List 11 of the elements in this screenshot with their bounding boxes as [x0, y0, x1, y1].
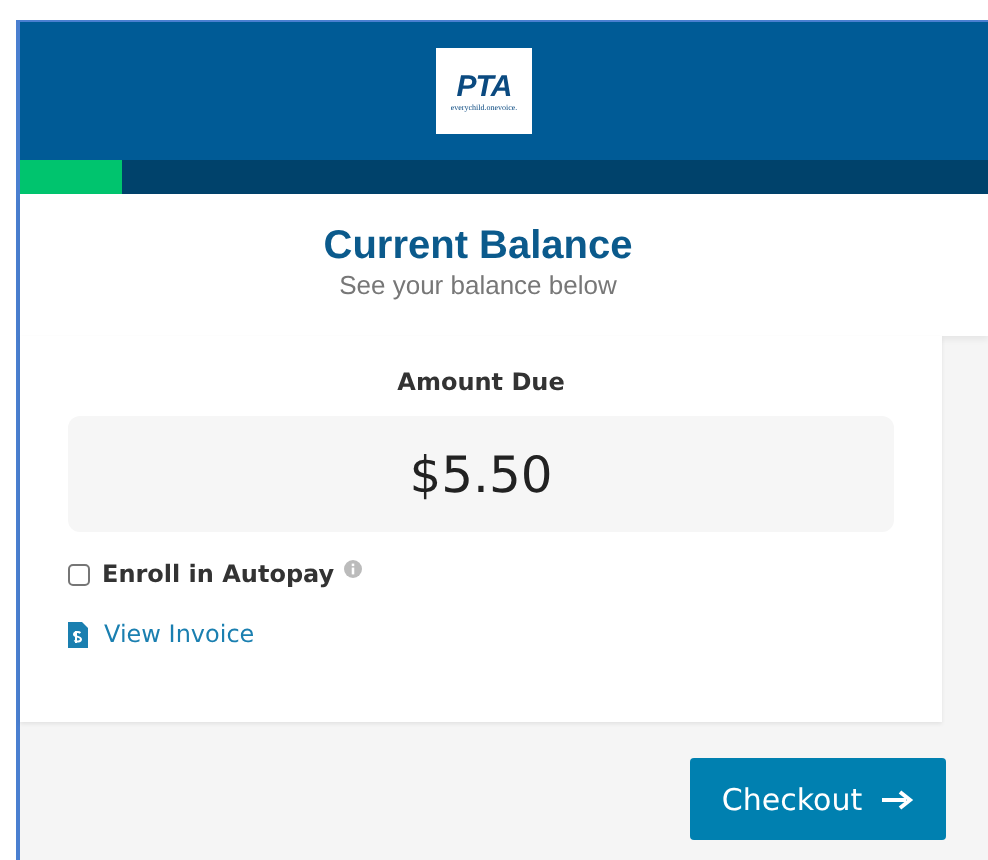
autopay-label: Enroll in Autopay — [102, 560, 335, 588]
checkout-button[interactable]: Checkout — [690, 758, 946, 840]
logo-text: PTA — [456, 71, 512, 101]
view-invoice-link[interactable]: View Invoice — [104, 620, 255, 648]
arrow-icon — [882, 789, 915, 809]
page-title: Current Balance — [323, 222, 633, 270]
amount-label: Amount Due — [395, 368, 567, 396]
page-subtitle: See your balance below — [339, 270, 617, 302]
invoice-icon[interactable] — [68, 621, 88, 647]
amount-value: $5.50 — [409, 445, 553, 503]
autopay-checkbox[interactable] — [68, 563, 90, 585]
